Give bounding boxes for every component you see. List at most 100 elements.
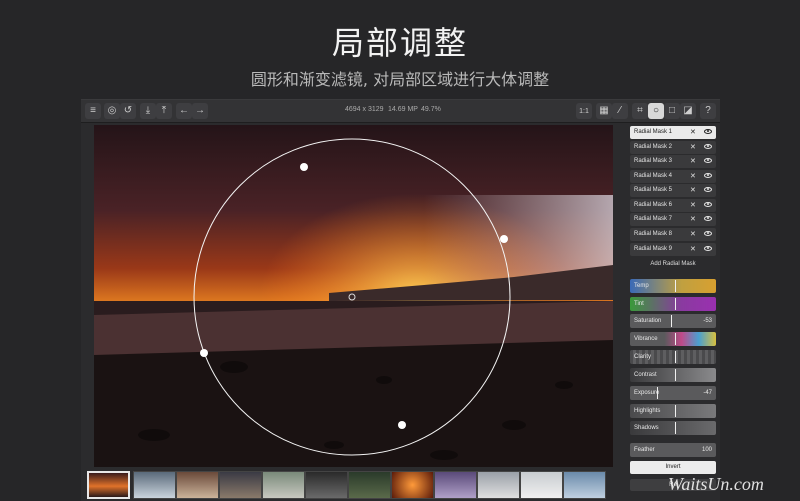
thumbnail[interactable] xyxy=(563,471,606,499)
photo-canvas[interactable] xyxy=(94,125,613,467)
slider-knob[interactable] xyxy=(671,315,672,327)
feather-slider[interactable]: Feather 100 xyxy=(630,443,716,457)
undo-icon[interactable]: ← xyxy=(176,103,192,119)
compare-icon[interactable]: ▦ xyxy=(596,103,612,119)
eye-icon[interactable] xyxy=(704,202,712,207)
close-icon[interactable]: ✕ xyxy=(690,172,696,180)
close-icon[interactable]: ✕ xyxy=(690,201,696,209)
mask-label: Radial Mask 4 xyxy=(634,173,673,179)
thumbnail[interactable] xyxy=(87,471,130,499)
mask-label: Radial Mask 2 xyxy=(634,144,673,150)
mask-label: Radial Mask 9 xyxy=(634,246,673,252)
close-icon[interactable]: ✕ xyxy=(690,186,696,194)
close-icon[interactable]: ✕ xyxy=(690,157,696,165)
close-icon[interactable]: ✕ xyxy=(690,215,696,223)
slider-knob[interactable] xyxy=(675,351,676,363)
eye-icon[interactable] xyxy=(704,173,712,178)
menu-icon[interactable]: ≡ xyxy=(85,103,101,119)
thumbnail[interactable] xyxy=(219,471,262,499)
clarity-slider[interactable]: Clarity xyxy=(630,350,716,364)
mask-row[interactable]: Radial Mask 9 ✕ xyxy=(630,243,716,256)
thumbnail[interactable] xyxy=(520,471,563,499)
mask-row[interactable]: Radial Mask 6 ✕ xyxy=(630,199,716,212)
slider-label: Clarity xyxy=(634,354,652,360)
close-icon[interactable]: ✕ xyxy=(690,230,696,238)
slider-label: Saturation xyxy=(634,318,662,324)
thumbnail[interactable] xyxy=(434,471,477,499)
watermark: WaitsUn.com xyxy=(668,474,764,494)
mask-label: Radial Mask 5 xyxy=(634,187,673,193)
eye-icon[interactable] xyxy=(704,231,712,236)
mask-row[interactable]: Radial Mask 7 ✕ xyxy=(630,213,716,226)
thumbnail[interactable] xyxy=(477,471,520,499)
zoom-1to1-button[interactable]: 1:1 xyxy=(576,103,592,119)
import-icon[interactable]: ⤓ xyxy=(140,103,156,119)
mask-row[interactable]: Radial Mask 2 ✕ xyxy=(630,141,716,154)
thumbnail[interactable] xyxy=(176,471,219,499)
slider-label: Exposure xyxy=(634,390,660,396)
shadows-slider[interactable]: Shadows xyxy=(630,421,716,435)
eye-icon[interactable] xyxy=(704,246,712,251)
mask-label: Radial Mask 3 xyxy=(634,158,673,164)
square-icon[interactable]: □ xyxy=(664,103,680,119)
eye-icon[interactable] xyxy=(704,216,712,221)
thumbnail[interactable] xyxy=(133,471,176,499)
thumbnail[interactable] xyxy=(262,471,305,499)
mask-handle[interactable] xyxy=(300,163,308,171)
share-icon[interactable]: ⤒ xyxy=(156,103,172,119)
history-icon[interactable]: ↺ xyxy=(120,103,136,119)
help-icon[interactable]: ? xyxy=(700,103,716,119)
slider-knob[interactable] xyxy=(675,298,676,310)
layers-icon[interactable]: ◎ xyxy=(104,103,120,119)
slider-knob[interactable] xyxy=(675,422,676,434)
slider-knob[interactable] xyxy=(657,387,658,399)
slider-label: Highlights xyxy=(634,408,661,414)
mask-handle[interactable] xyxy=(398,421,406,429)
mask-label: Radial Mask 7 xyxy=(634,216,673,222)
thumbnail[interactable] xyxy=(305,471,348,499)
saturation-slider[interactable]: Saturation -53 xyxy=(630,314,716,328)
slider-knob[interactable] xyxy=(675,369,676,381)
mask-row[interactable]: Radial Mask 1 ✕ xyxy=(630,126,716,139)
gradient-icon[interactable]: ◪ xyxy=(680,103,696,119)
mask-handle[interactable] xyxy=(500,235,508,243)
invert-button[interactable]: Invert xyxy=(630,461,716,474)
close-icon[interactable]: ✕ xyxy=(690,245,696,253)
slider-knob[interactable] xyxy=(675,405,676,417)
radial-icon[interactable]: ○ xyxy=(648,103,664,119)
temp-slider[interactable]: Temp xyxy=(630,279,716,293)
mask-row[interactable]: Radial Mask 8 ✕ xyxy=(630,228,716,241)
slider-label: Tint xyxy=(634,301,644,307)
filmstrip xyxy=(85,470,625,500)
app-window: ≡ ◎ ↺ ⤓ ⤒ ← → 4694 x 3129 14.69 MP 49.7%… xyxy=(81,99,720,501)
thumbnail[interactable] xyxy=(348,471,391,499)
toolbar: ≡ ◎ ↺ ⤓ ⤒ ← → 4694 x 3129 14.69 MP 49.7%… xyxy=(81,100,720,123)
eye-icon[interactable] xyxy=(704,129,712,134)
vibrance-slider[interactable]: Vibrance xyxy=(630,332,716,346)
eye-icon[interactable] xyxy=(704,187,712,192)
mask-handle[interactable] xyxy=(200,349,208,357)
eye-icon[interactable] xyxy=(704,144,712,149)
close-icon[interactable]: ✕ xyxy=(690,128,696,136)
tint-slider[interactable]: Tint xyxy=(630,297,716,311)
close-icon[interactable]: ✕ xyxy=(690,143,696,151)
mask-row[interactable]: Radial Mask 3 ✕ xyxy=(630,155,716,168)
hero-title: 局部调整 xyxy=(331,24,468,62)
mask-row[interactable]: Radial Mask 4 ✕ xyxy=(630,170,716,183)
redo-icon[interactable]: → xyxy=(192,103,208,119)
eye-icon[interactable] xyxy=(704,158,712,163)
split-icon[interactable]: ⁄ xyxy=(612,103,628,119)
slider-knob[interactable] xyxy=(675,280,676,292)
highlights-slider[interactable]: Highlights xyxy=(630,404,716,418)
add-radial-mask-button[interactable]: Add Radial Mask xyxy=(630,257,716,271)
mask-row[interactable]: Radial Mask 5 ✕ xyxy=(630,184,716,197)
hero-subtitle: 圆形和渐变滤镜, 对局部区域进行大体调整 xyxy=(250,70,550,89)
exposure-slider[interactable]: Exposure -47 xyxy=(630,386,716,400)
crop-icon[interactable]: ⌗ xyxy=(632,103,648,119)
mask-label: Radial Mask 1 xyxy=(634,129,673,135)
contrast-slider[interactable]: Contrast xyxy=(630,368,716,382)
slider-label: Shadows xyxy=(634,425,659,431)
slider-knob[interactable] xyxy=(675,333,676,345)
image-megapixels: 14.69 MP xyxy=(388,106,418,113)
thumbnail[interactable] xyxy=(391,471,434,499)
